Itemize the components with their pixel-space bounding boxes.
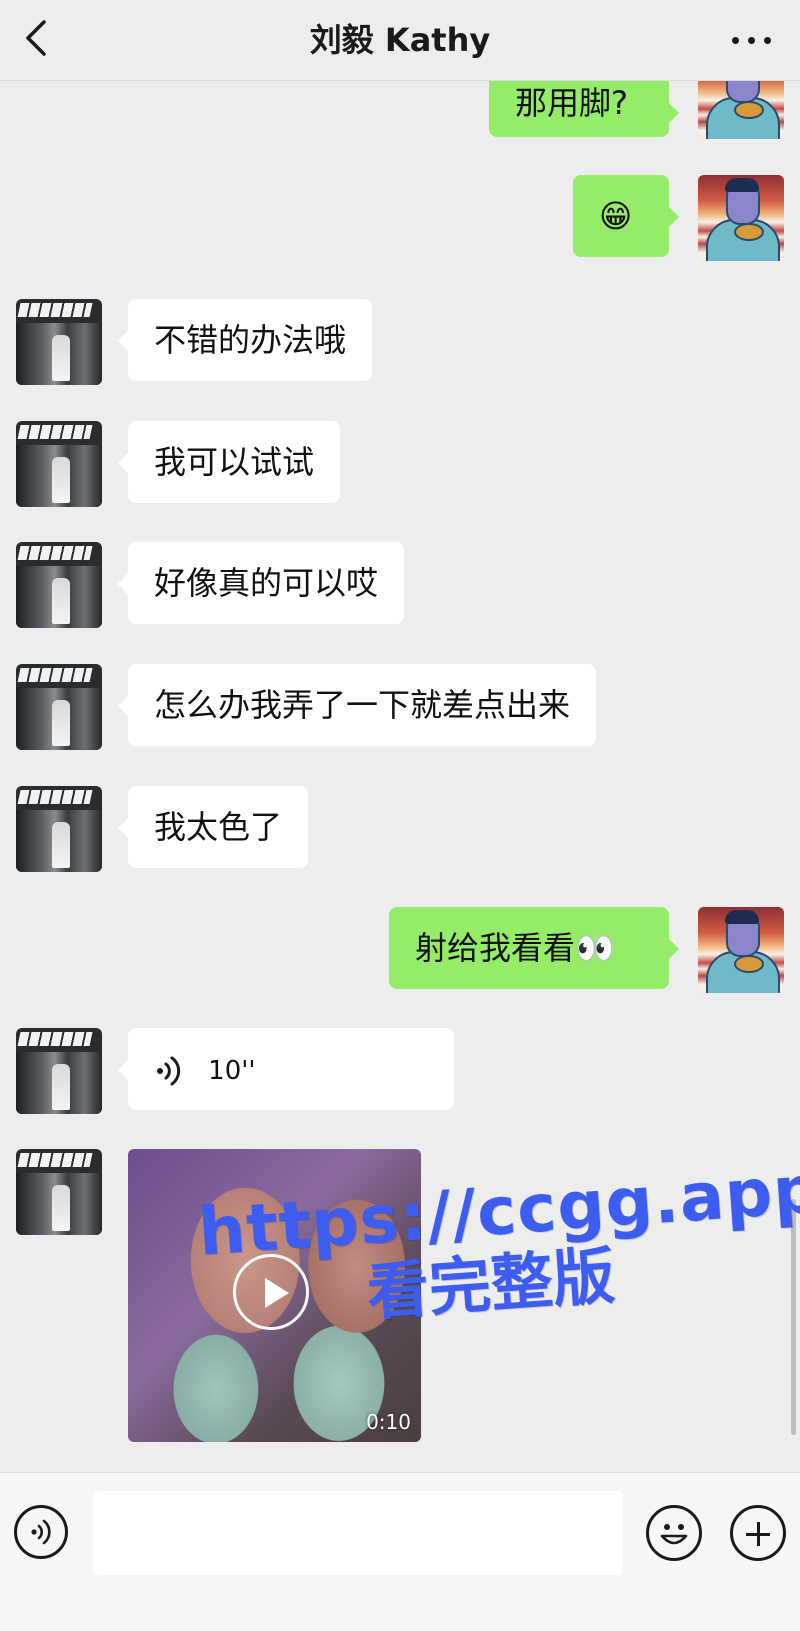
message-bubble-incoming[interactable]: 不错的办法哦	[117, 299, 373, 381]
message-bubble-outgoing[interactable]: 那用脚?	[489, 81, 679, 137]
more-button[interactable]	[726, 24, 778, 56]
contact-avatar[interactable]	[16, 299, 102, 385]
voice-duration: 10''	[208, 1056, 256, 1086]
contact-avatar[interactable]	[16, 421, 102, 507]
message-text: 我可以试试	[154, 443, 315, 481]
message-text: 怎么办我弄了一下就差点出来	[154, 686, 571, 724]
emoji-icon	[660, 1524, 688, 1545]
message-bubble-outgoing[interactable]: 😁	[573, 175, 679, 257]
my-avatar[interactable]	[698, 175, 784, 261]
voice-wave-icon	[156, 1055, 184, 1087]
emoji-grin: 😁	[599, 197, 633, 235]
message-bubble-incoming[interactable]: 好像真的可以哎	[117, 542, 405, 624]
my-avatar[interactable]	[698, 81, 784, 139]
message-input[interactable]	[93, 1491, 623, 1575]
message-bubble-incoming[interactable]: 我太色了	[117, 786, 309, 868]
contact-avatar[interactable]	[16, 542, 102, 628]
contact-avatar[interactable]	[16, 786, 102, 872]
contact-avatar[interactable]	[16, 1149, 102, 1235]
voice-icon	[31, 1519, 51, 1545]
voice-message[interactable]: 10''	[118, 1028, 454, 1110]
video-duration: 0:10	[366, 1410, 411, 1434]
chat-title: 刘毅 Kathy	[309, 21, 491, 59]
message-bubble-outgoing[interactable]: 射给我看看👀	[389, 907, 679, 989]
message-text: 那用脚?	[515, 84, 628, 122]
message-text: 射给我看看👀	[415, 929, 615, 967]
voice-input-button[interactable]	[14, 1505, 68, 1559]
emoji-button[interactable]	[646, 1505, 702, 1561]
contact-avatar[interactable]	[16, 664, 102, 750]
my-avatar[interactable]	[698, 907, 784, 993]
contact-avatar[interactable]	[16, 1028, 102, 1114]
message-text: 不错的办法哦	[154, 321, 347, 359]
message-text: 我太色了	[154, 808, 283, 846]
plus-button[interactable]	[730, 1505, 786, 1561]
input-bar	[0, 1472, 800, 1631]
message-bubble-incoming[interactable]: 怎么办我弄了一下就差点出来	[117, 664, 597, 746]
message-bubble-incoming[interactable]: 我可以试试	[117, 421, 341, 503]
message-text: 好像真的可以哎	[154, 564, 379, 602]
chat-header: 刘毅 Kathy	[0, 0, 800, 81]
